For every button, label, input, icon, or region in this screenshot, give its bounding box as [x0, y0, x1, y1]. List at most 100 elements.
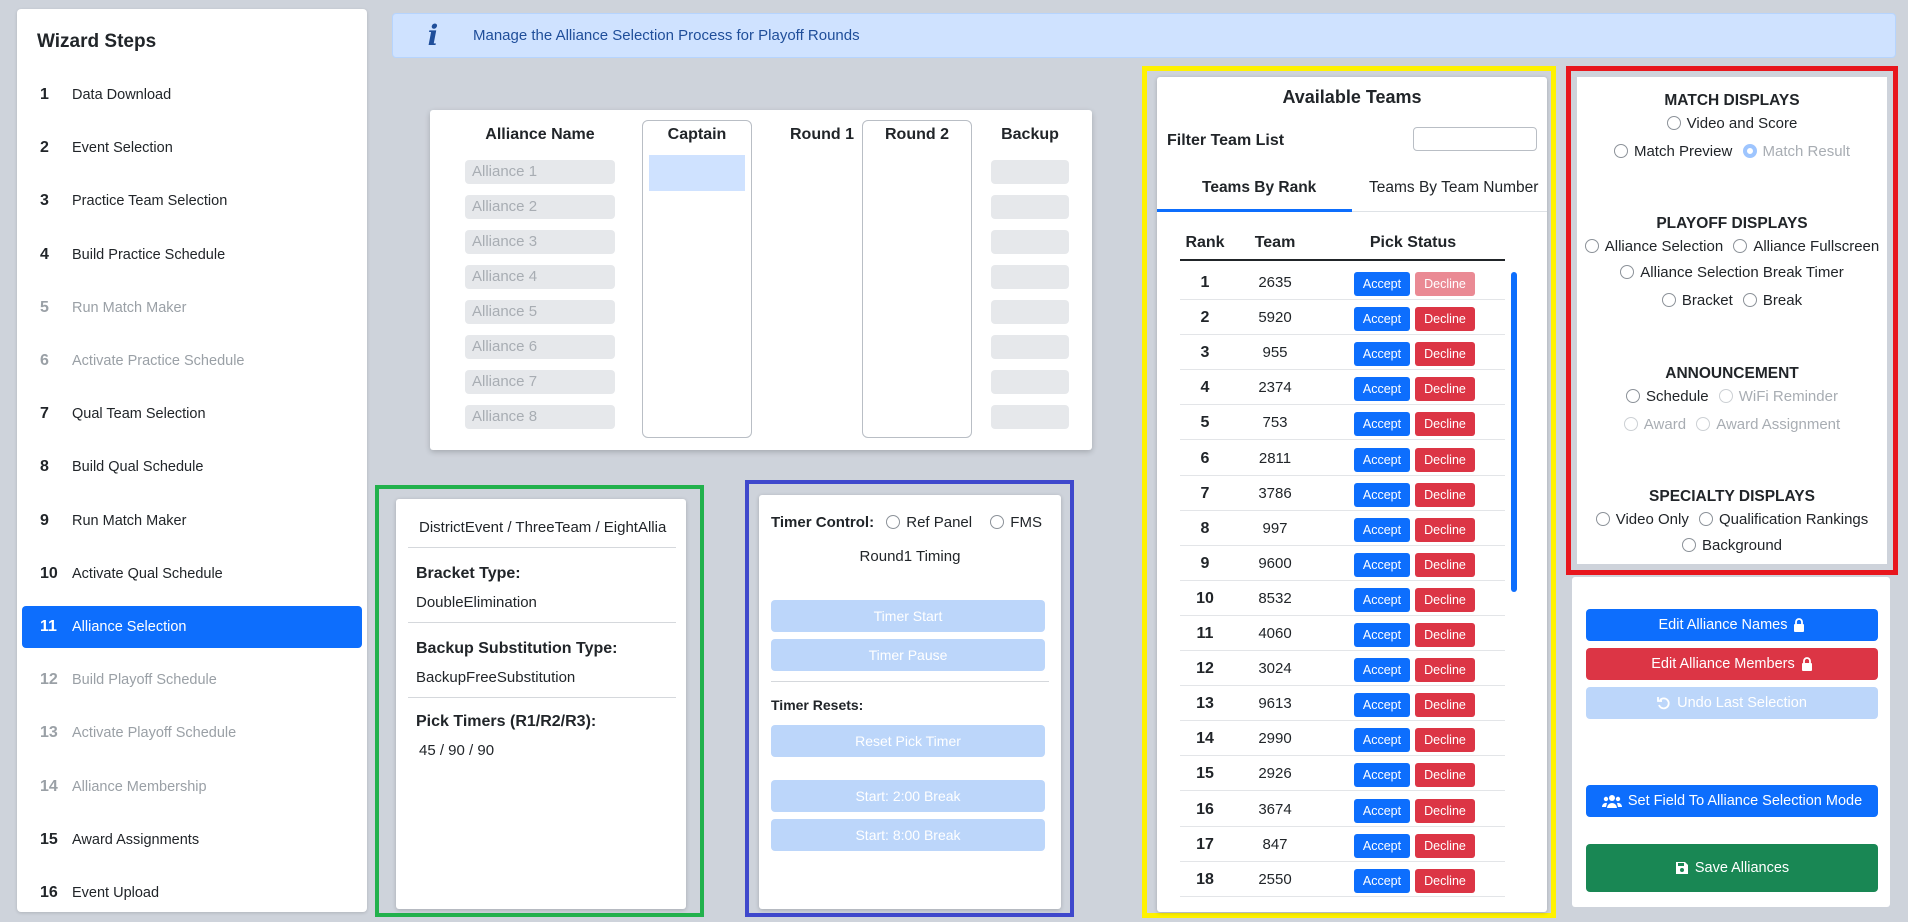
decline-button[interactable]: Decline	[1415, 833, 1475, 858]
sidebar-step-9[interactable]: 9 Run Match Maker	[22, 500, 362, 542]
award-assignment-radio[interactable]: Award Assignment	[1696, 416, 1840, 433]
fms-radio[interactable]: FMS	[990, 514, 1042, 531]
decline-button[interactable]: Decline	[1415, 587, 1475, 612]
qualification-rankings-radio[interactable]: Qualification Rankings	[1699, 511, 1868, 528]
backup-slot	[991, 265, 1069, 289]
backup-slot	[991, 195, 1069, 219]
decline-button[interactable]: Decline	[1415, 693, 1475, 718]
available-teams-card: Available Teams Filter Team List Teams B…	[1157, 77, 1547, 912]
award-radio[interactable]: Award	[1623, 416, 1686, 433]
sidebar-step-8[interactable]: 8 Build Qual Schedule	[22, 446, 362, 488]
captain-selected-slot[interactable]	[649, 155, 745, 191]
event-info-highlight: DistrictEvent / ThreeTeam / EightAllia B…	[375, 485, 704, 917]
video-and-score-radio[interactable]: Video and Score	[1666, 115, 1797, 132]
alliance-name-field: Alliance 8	[465, 405, 615, 429]
edit-alliance-names-button[interactable]: Edit Alliance Names	[1586, 609, 1878, 641]
break-radio[interactable]: Break	[1742, 292, 1802, 309]
accept-button[interactable]: Accept	[1354, 623, 1410, 647]
sidebar-step-6[interactable]: 6 Activate Practice Schedule	[22, 340, 362, 382]
accept-button[interactable]: Accept	[1354, 517, 1410, 542]
accept-button[interactable]: Accept	[1354, 798, 1410, 823]
sidebar-step-5[interactable]: 5 Run Match Maker	[22, 287, 362, 329]
accept-button[interactable]: Accept	[1354, 342, 1410, 367]
step-label: Qual Team Selection	[72, 406, 206, 423]
sidebar-step-3[interactable]: 3 Practice Team Selection	[22, 180, 362, 222]
schedule-radio[interactable]: Schedule	[1626, 388, 1709, 405]
decline-button[interactable]: Decline	[1415, 552, 1475, 577]
rank-header: Rank	[1185, 234, 1225, 251]
sidebar-step-10[interactable]: 10 Activate Qual Schedule	[22, 553, 362, 595]
timer-start-button[interactable]: Timer Start	[771, 600, 1045, 632]
team-number: 3786	[1258, 484, 1292, 502]
sidebar-step-13[interactable]: 13 Activate Playoff Schedule	[22, 712, 362, 754]
ref-panel-radio[interactable]: Ref Panel	[886, 514, 972, 531]
bracket-radio[interactable]: Bracket	[1661, 292, 1733, 309]
accept-button[interactable]: Accept	[1354, 658, 1410, 683]
accept-button[interactable]: Accept	[1354, 728, 1410, 753]
team-row: 16 3674 Accept Decline	[1180, 792, 1505, 827]
accept-button[interactable]: Accept	[1354, 552, 1410, 577]
start-8min-break-button[interactable]: Start: 8:00 Break	[771, 819, 1045, 851]
accept-button[interactable]: Accept	[1354, 587, 1410, 612]
wifi-reminder-radio[interactable]: WiFi Reminder	[1718, 388, 1838, 405]
sidebar-step-12[interactable]: 12 Build Playoff Schedule	[22, 659, 362, 701]
decline-button[interactable]: Decline	[1415, 377, 1475, 402]
sidebar-step-1[interactable]: 1 Data Download	[22, 74, 362, 116]
team-rank: 11	[1196, 625, 1214, 642]
decline-button[interactable]: Decline	[1415, 342, 1475, 367]
sidebar-step-14[interactable]: 14 Alliance Membership	[22, 766, 362, 808]
alliance-fullscreen-radio[interactable]: Alliance Fullscreen	[1733, 238, 1879, 255]
sidebar-step-11[interactable]: 11 Alliance Selection	[22, 606, 362, 648]
sidebar-step-2[interactable]: 2 Event Selection	[22, 127, 362, 169]
set-field-alliance-mode-button[interactable]: Set Field To Alliance Selection Mode	[1586, 785, 1878, 817]
team-rank: 1	[1200, 274, 1210, 291]
team-number: 9600	[1258, 554, 1292, 572]
alliance-selection-radio[interactable]: Alliance Selection	[1584, 238, 1723, 255]
accept-button[interactable]: Accept	[1354, 272, 1410, 296]
edit-alliance-members-button[interactable]: Edit Alliance Members	[1586, 648, 1878, 680]
teams-scrollbar[interactable]	[1511, 272, 1517, 592]
alliance-break-timer-radio[interactable]: Alliance Selection Break Timer	[1620, 264, 1844, 281]
decline-button[interactable]: Decline	[1415, 447, 1475, 472]
save-alliances-button[interactable]: Save Alliances	[1586, 844, 1878, 892]
accept-button[interactable]: Accept	[1354, 447, 1410, 472]
decline-button[interactable]: Decline	[1415, 798, 1475, 823]
sidebar-step-15[interactable]: 15 Award Assignments	[22, 819, 362, 861]
accept-button[interactable]: Accept	[1354, 482, 1410, 507]
step-label: Data Download	[72, 87, 172, 103]
accept-button[interactable]: Accept	[1354, 833, 1410, 858]
match-result-radio[interactable]: Match Result	[1742, 143, 1850, 160]
tab-teams-by-number[interactable]: Teams By Team Number	[1369, 179, 1538, 197]
background-radio[interactable]: Background	[1681, 537, 1782, 554]
step-number: 15	[40, 830, 58, 848]
start-2min-break-button[interactable]: Start: 2:00 Break	[771, 780, 1045, 812]
tab-teams-by-rank[interactable]: Teams By Rank	[1202, 179, 1316, 197]
filter-label: Filter Team List	[1167, 132, 1285, 149]
filter-input[interactable]	[1413, 127, 1537, 151]
decline-button[interactable]: Decline	[1415, 412, 1475, 437]
sidebar-step-7[interactable]: 7 Qual Team Selection	[22, 393, 362, 435]
decline-button[interactable]: Decline	[1415, 868, 1475, 893]
undo-last-selection-button[interactable]: Undo Last Selection	[1586, 687, 1878, 719]
decline-button[interactable]: Decline	[1415, 482, 1475, 507]
sidebar-step-16[interactable]: 16 Event Upload	[22, 872, 362, 914]
accept-button[interactable]: Accept	[1354, 763, 1410, 788]
decline-button[interactable]: Decline	[1415, 307, 1475, 332]
video-only-radio[interactable]: Video Only	[1595, 511, 1689, 528]
decline-button[interactable]: Decline	[1415, 623, 1475, 647]
decline-button[interactable]: Decline	[1415, 728, 1475, 753]
accept-button[interactable]: Accept	[1354, 377, 1410, 402]
sidebar-step-4[interactable]: 4 Build Practice Schedule	[22, 234, 362, 276]
decline-button[interactable]: Decline	[1415, 272, 1475, 296]
accept-button[interactable]: Accept	[1354, 307, 1410, 332]
decline-button[interactable]: Decline	[1415, 517, 1475, 542]
decline-button[interactable]: Decline	[1415, 763, 1475, 788]
accept-button[interactable]: Accept	[1354, 412, 1410, 437]
timer-pause-button[interactable]: Timer Pause	[771, 639, 1045, 671]
team-number: 3024	[1258, 660, 1292, 678]
accept-button[interactable]: Accept	[1354, 693, 1410, 718]
decline-button[interactable]: Decline	[1415, 658, 1475, 683]
accept-button[interactable]: Accept	[1354, 868, 1410, 893]
reset-pick-timer-button[interactable]: Reset Pick Timer	[771, 725, 1045, 757]
match-preview-radio[interactable]: Match Preview	[1613, 143, 1732, 160]
